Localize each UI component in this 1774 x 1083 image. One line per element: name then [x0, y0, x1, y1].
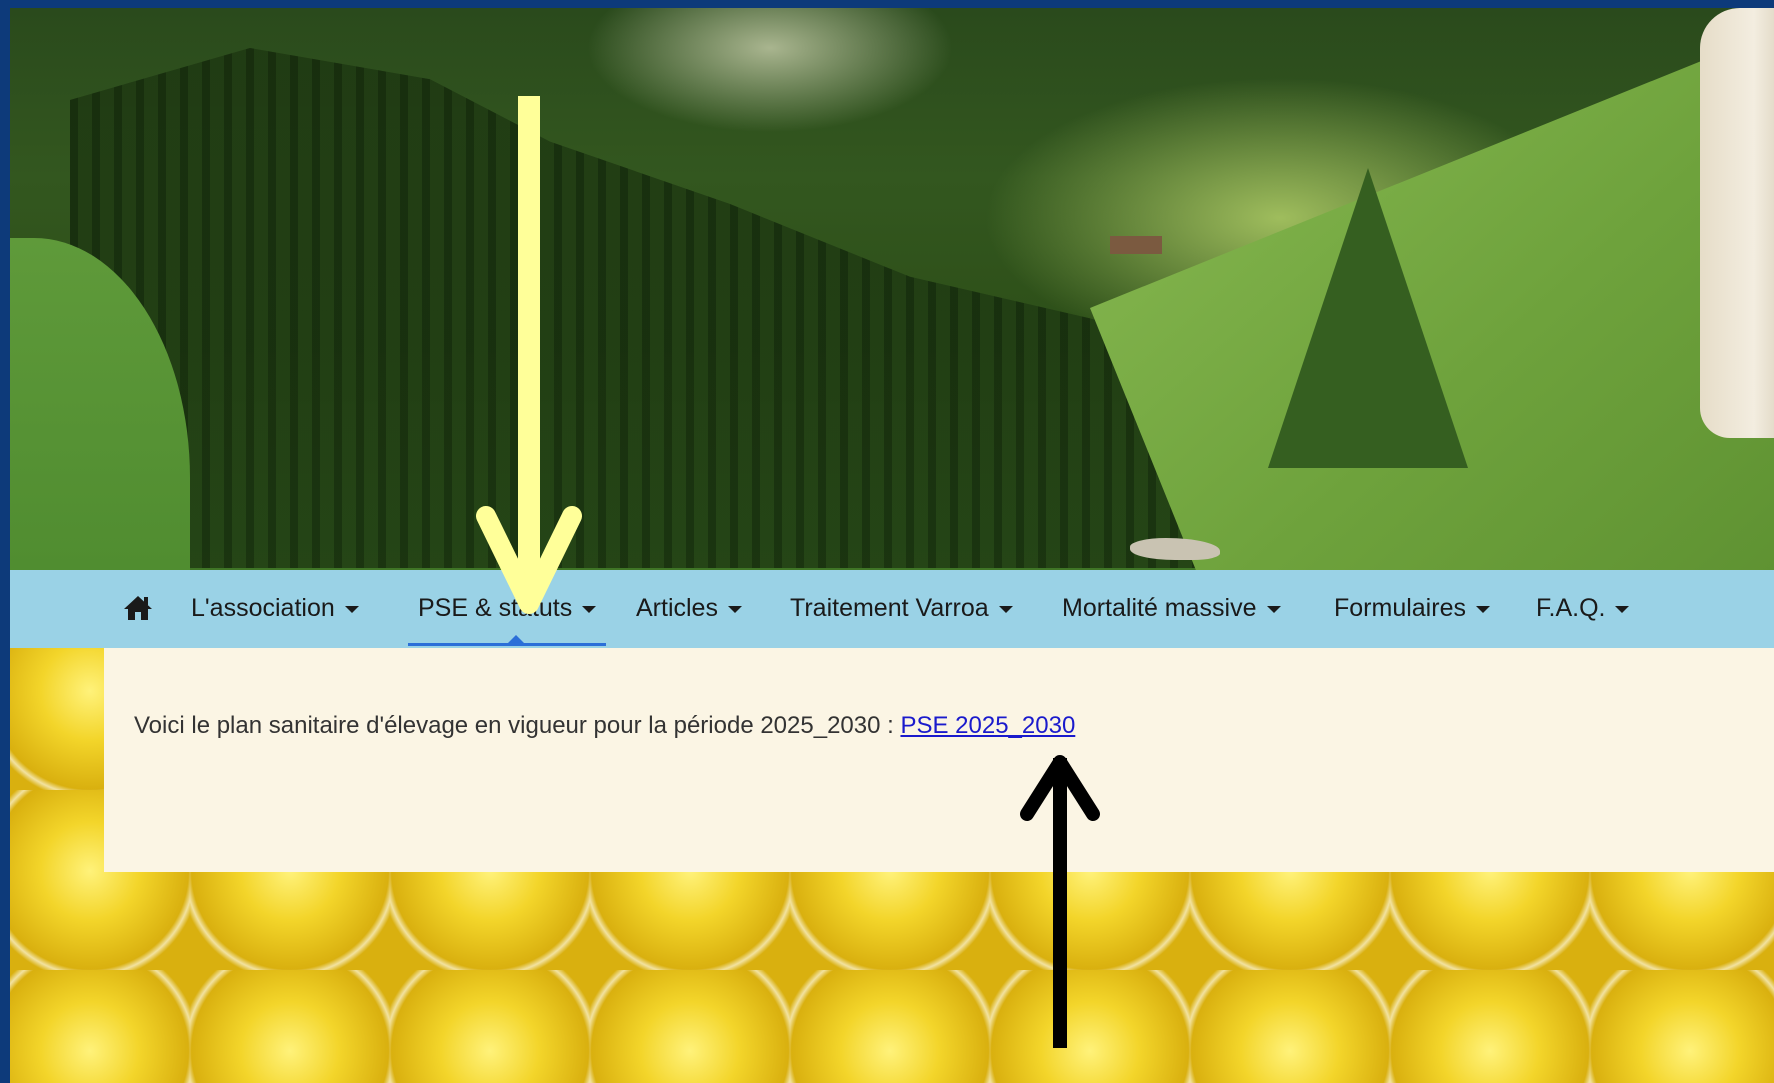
chalet	[1110, 236, 1162, 254]
caret-down-icon	[1475, 605, 1490, 613]
nav-item-formulaires[interactable]: Formulaires	[1334, 570, 1490, 648]
annotation-arrow-down-icon	[476, 96, 582, 614]
spruce-tree	[1268, 168, 1468, 468]
pse-intro-text: Voici le plan sanitaire d'élevage en vig…	[134, 712, 901, 739]
nav-item-association[interactable]: L'association	[191, 570, 359, 648]
caret-down-icon	[344, 605, 359, 613]
caret-down-icon	[1266, 605, 1281, 613]
nav-item-traitement-varroa[interactable]: Traitement Varroa	[790, 570, 1013, 648]
pse-paragraph: Voici le plan sanitaire d'élevage en vig…	[134, 712, 1075, 740]
nav-item-faq[interactable]: F.A.Q.	[1536, 570, 1630, 648]
pse-document-link[interactable]: PSE 2025_2030	[900, 712, 1075, 739]
nav-item-articles[interactable]: Articles	[636, 570, 742, 648]
nav-item-label: Mortalité massive	[1062, 594, 1257, 622]
home-icon[interactable]	[122, 594, 154, 622]
nav-item-label: Articles	[636, 594, 718, 622]
nav-item-label: F.A.Q.	[1536, 594, 1606, 622]
nav-item-label: Formulaires	[1334, 594, 1466, 622]
browser-viewport: L'association PSE & statuts Articles Tra…	[10, 8, 1774, 1083]
beekeeper-figure	[1700, 8, 1774, 438]
caret-down-icon	[998, 605, 1013, 613]
caret-down-icon	[582, 605, 597, 613]
nav-item-label: L'association	[191, 594, 335, 622]
caret-down-icon	[1615, 605, 1630, 613]
nav-item-label: Traitement Varroa	[790, 594, 989, 622]
nav-item-mortalite-massive[interactable]: Mortalité massive	[1062, 570, 1281, 648]
header-photo	[10, 8, 1774, 570]
caret-down-icon	[727, 605, 742, 613]
main-navbar: L'association PSE & statuts Articles Tra…	[10, 570, 1774, 648]
content-panel: Voici le plan sanitaire d'élevage en vig…	[104, 648, 1774, 872]
annotation-arrow-up-icon	[1020, 755, 1100, 1048]
